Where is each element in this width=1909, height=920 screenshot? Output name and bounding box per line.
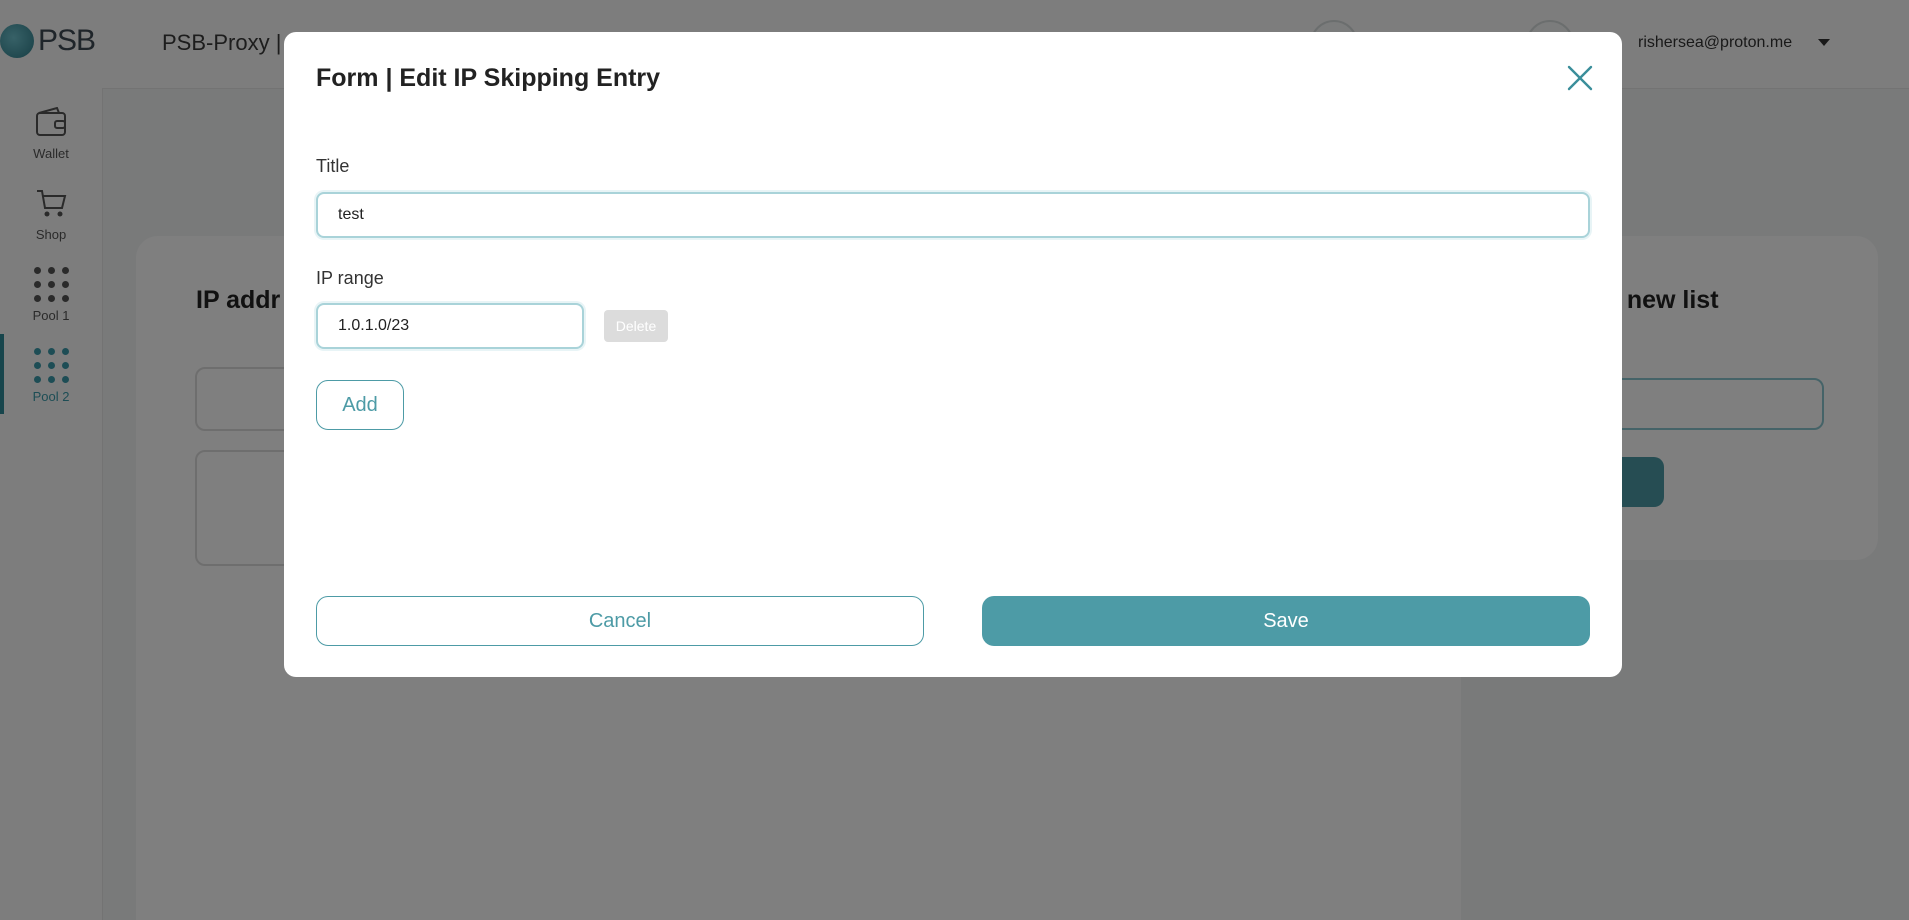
cancel-button[interactable]: Cancel bbox=[316, 596, 924, 646]
modal-title: Form | Edit IP Skipping Entry bbox=[316, 64, 661, 92]
close-icon bbox=[1567, 65, 1593, 91]
close-button[interactable] bbox=[1562, 60, 1598, 96]
title-label: Title bbox=[316, 156, 350, 176]
ip-range-label: IP range bbox=[316, 268, 384, 288]
delete-button[interactable]: Delete bbox=[604, 310, 668, 342]
add-button[interactable]: Add bbox=[316, 380, 404, 430]
save-button[interactable]: Save bbox=[982, 596, 1590, 646]
page: PSB PSB-Proxy | rishersea@proton.me Wall… bbox=[0, 0, 1909, 920]
title-input[interactable] bbox=[316, 192, 1590, 238]
ip-range-input[interactable] bbox=[316, 303, 584, 349]
edit-ip-skipping-dialog: Form | Edit IP Skipping Entry Title IP r… bbox=[284, 32, 1622, 677]
